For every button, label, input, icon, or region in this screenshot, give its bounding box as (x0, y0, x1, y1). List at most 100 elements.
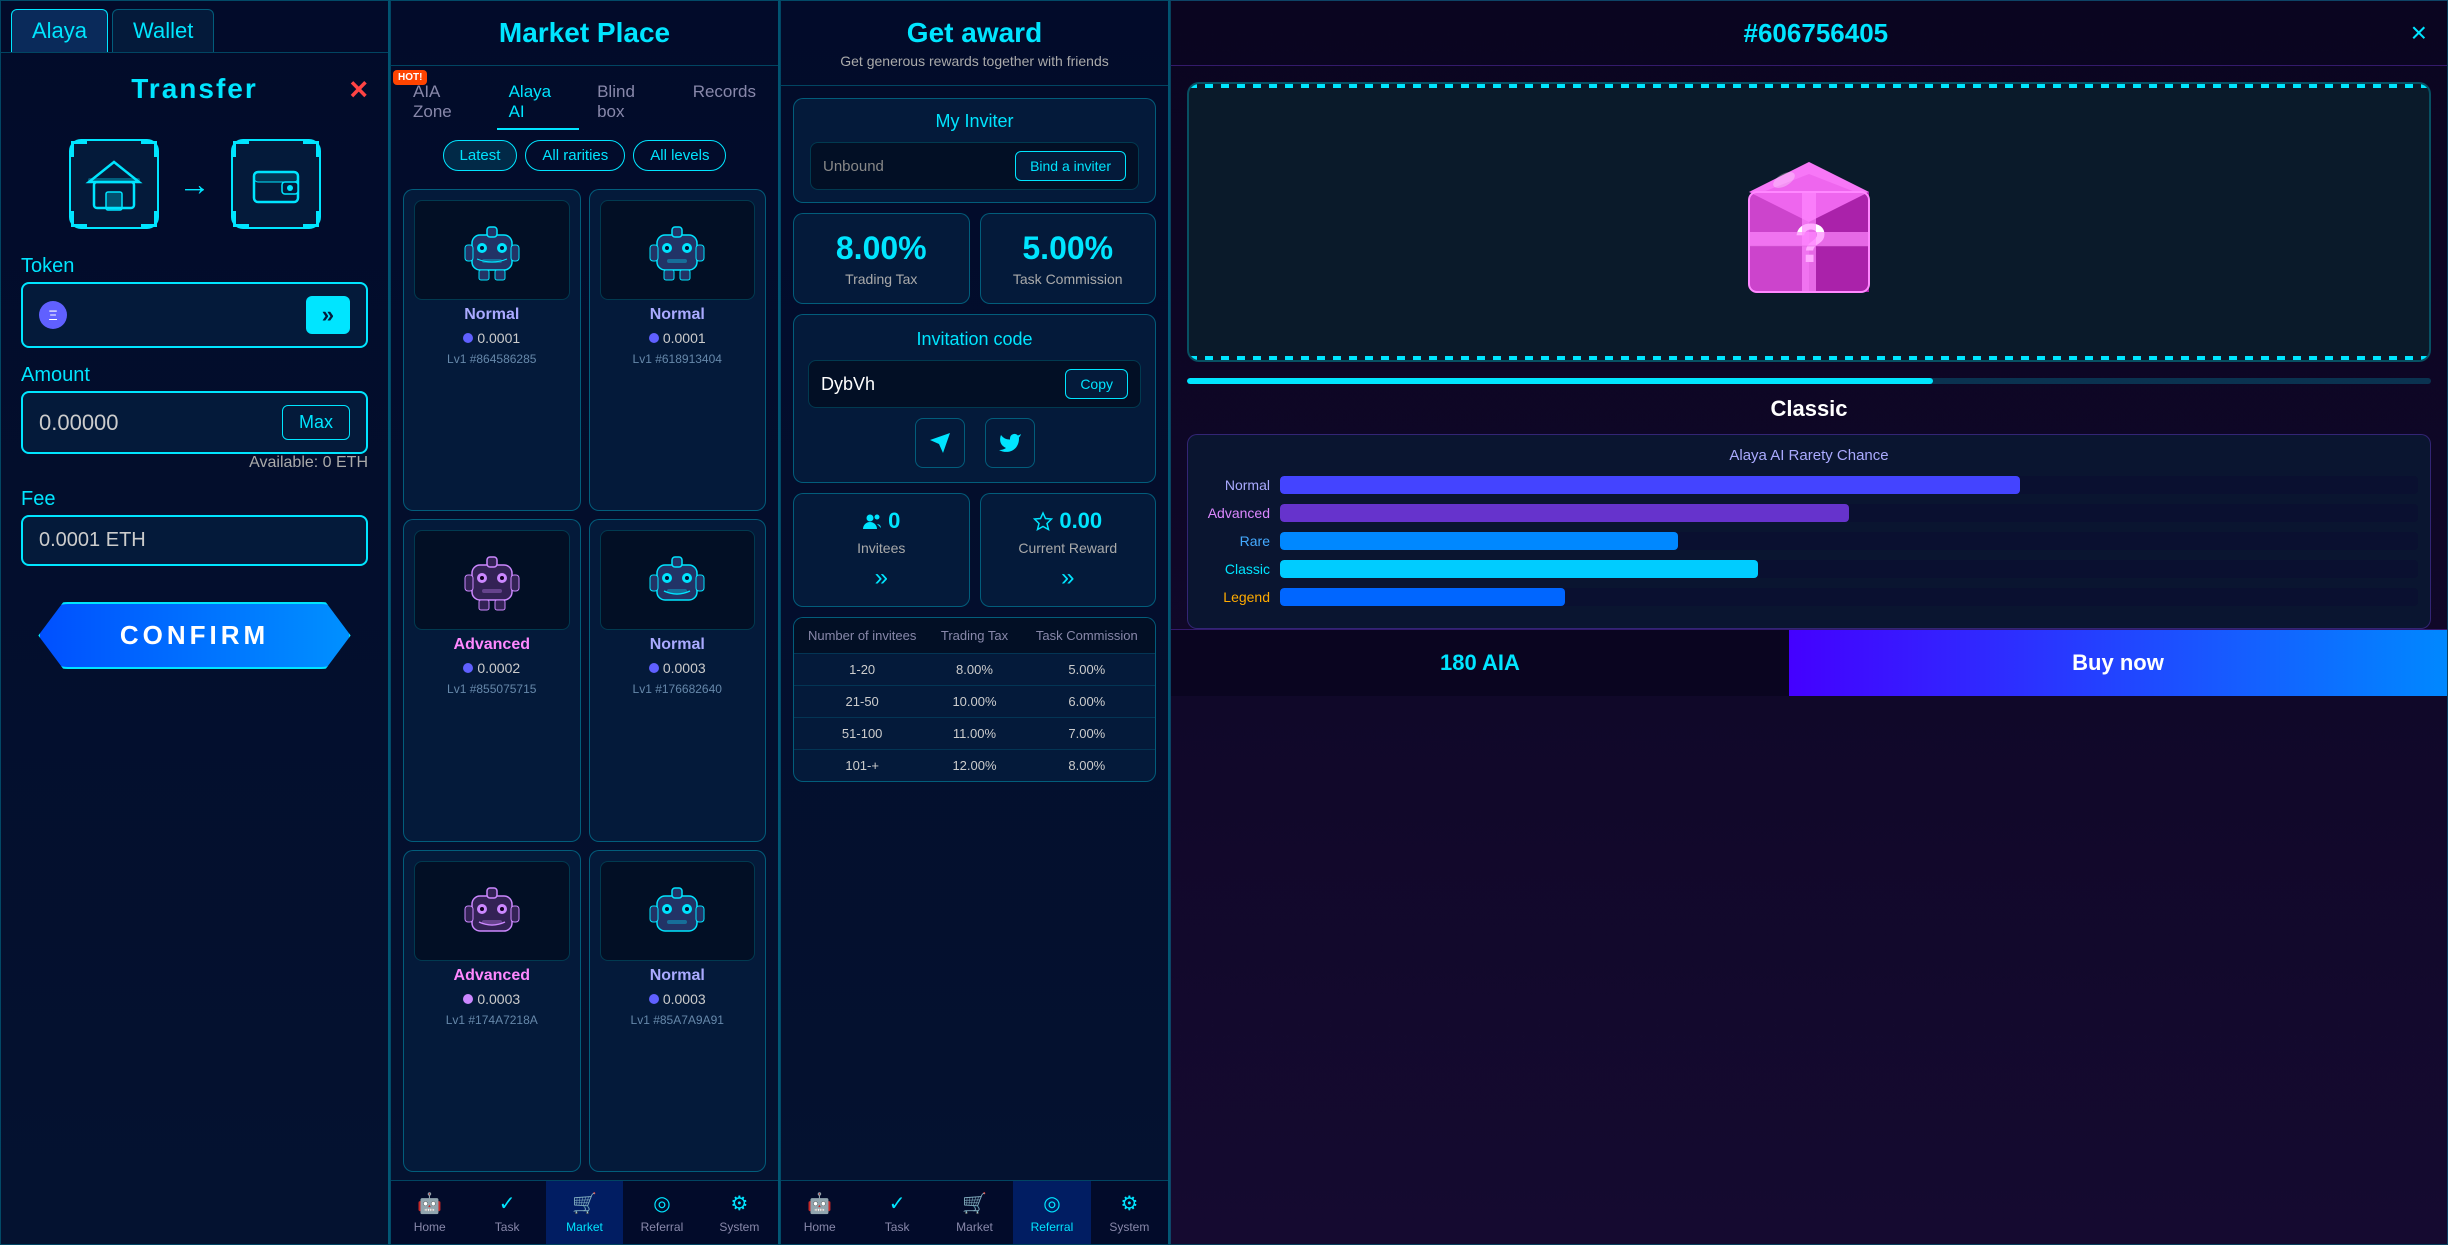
table-row-1: 1-20 8.00% 5.00% (794, 653, 1155, 685)
mystery-box-icon: ? (1719, 132, 1899, 312)
from-icon-box (69, 139, 159, 229)
buy-now-button[interactable]: Buy now (1789, 630, 2447, 696)
reward-chevron[interactable]: » (991, 564, 1146, 592)
rarity-classic-bar-bg (1280, 560, 2418, 578)
token-select-dropdown[interactable]: Ξ » (21, 282, 368, 348)
nft-image-3 (414, 530, 570, 630)
invitees-icon (862, 511, 882, 531)
reward-box[interactable]: 0.00 Current Reward » (980, 493, 1157, 607)
nft-price-4: 0.0003 (649, 660, 706, 676)
transfer-body: Transfer × → (1, 53, 388, 1244)
nft-price-2: 0.0001 (649, 330, 706, 346)
transfer-panel: Alaya Wallet Transfer × → (0, 0, 390, 1245)
telegram-share-button[interactable] (915, 418, 965, 468)
eth-icon-4 (649, 663, 659, 673)
trading-tax-label: Trading Tax (810, 271, 953, 287)
copy-button[interactable]: Copy (1065, 369, 1128, 399)
transfer-arrow-icon: → (179, 166, 211, 203)
nav-system-award[interactable]: ⚙ System (1091, 1181, 1168, 1244)
home-icon-award: 🤖 (807, 1191, 832, 1216)
bind-inviter-button[interactable]: Bind a inviter (1015, 151, 1126, 181)
nft-card-1[interactable]: Normal 0.0001 Lv1 #864586285 (403, 189, 581, 511)
nav-market-market[interactable]: 🛒 Market (546, 1181, 623, 1244)
nav-market-label: Market (566, 1220, 603, 1234)
detail-close-button[interactable]: × (2411, 17, 2427, 49)
rarity-section: Alaya AI Rarety Chance Normal Advanced R… (1187, 434, 2431, 629)
nft-grid: Normal 0.0001 Lv1 #864586285 (391, 181, 778, 1180)
nav-market-award[interactable]: 🛒 Market (936, 1181, 1013, 1244)
price-value: 180 AIA (1440, 650, 1520, 676)
filter-all-levels[interactable]: All levels (633, 140, 726, 171)
rarity-advanced-row: Advanced (1200, 504, 2418, 522)
nav-referral-market[interactable]: ◎ Referral (623, 1181, 700, 1244)
nav-referral-award[interactable]: ◎ Referral (1013, 1181, 1090, 1244)
nav-system-market[interactable]: ⚙ System (701, 1181, 778, 1244)
nft-card-2[interactable]: Normal 0.0001 Lv1 #618913404 (589, 189, 767, 511)
inviter-row: Unbound Bind a inviter (810, 142, 1139, 190)
eth-icon-6 (649, 994, 659, 1004)
table-row-3: 51-100 11.00% 7.00% (794, 717, 1155, 749)
invitees-box[interactable]: 0 Invitees » (793, 493, 970, 607)
filter-all-rarities[interactable]: All rarities (525, 140, 625, 171)
confirm-button[interactable]: CONFIRM (38, 602, 350, 669)
nav-task-market[interactable]: ✓ Task (468, 1181, 545, 1244)
nft-label-5: Advanced (454, 967, 530, 985)
buy-footer: 180 AIA Buy now (1171, 629, 2447, 696)
nft-card-5[interactable]: Advanced 0.0003 Lv1 #174A7218A (403, 850, 581, 1172)
nft-price-5: 0.0003 (463, 991, 520, 1007)
invitees-row: 0 Invitees » 0.00 Current Reward » (793, 493, 1156, 607)
amount-value: 0.00000 (39, 410, 119, 436)
award-bottom-nav: 🤖 Home ✓ Task 🛒 Market ◎ Referral ⚙ Syst… (781, 1180, 1168, 1244)
tab-blind-box[interactable]: Blind box (585, 76, 675, 130)
eth-icon-3 (463, 663, 473, 673)
nft-price-3: 0.0002 (463, 660, 520, 676)
filter-latest[interactable]: Latest (443, 140, 518, 171)
system-icon-award: ⚙ (1120, 1191, 1138, 1216)
rarity-legend-bar (1280, 588, 1565, 606)
invitation-box: Invitation code DybVh Copy (793, 314, 1156, 483)
market-title: Market Place (391, 1, 778, 66)
twitter-share-button[interactable] (985, 418, 1035, 468)
rarity-normal-row: Normal (1200, 476, 2418, 494)
max-button[interactable]: Max (282, 405, 350, 440)
filter-row: Latest All rarities All levels (391, 130, 778, 181)
rarity-classic-bar (1280, 560, 1758, 578)
transfer-tab-bar: Alaya Wallet (1, 1, 388, 53)
robot-icon-2 (642, 215, 712, 285)
tab-aia-zone[interactable]: HOT! AIA Zone (401, 76, 491, 130)
nav-task-award[interactable]: ✓ Task (858, 1181, 935, 1244)
tab-alaya-ai[interactable]: Alaya AI (497, 76, 580, 130)
nav-home-award[interactable]: 🤖 Home (781, 1181, 858, 1244)
nft-card-3[interactable]: Advanced 0.0002 Lv1 #855075715 (403, 519, 581, 841)
unbound-status: Unbound (823, 158, 884, 175)
nav-home-market[interactable]: 🤖 Home (391, 1181, 468, 1244)
table-row-2: 21-50 10.00% 6.00% (794, 685, 1155, 717)
invitees-chevron[interactable]: » (804, 564, 959, 592)
nft-image-6 (600, 861, 756, 961)
referral-icon-award: ◎ (1043, 1191, 1060, 1216)
tab-wallet[interactable]: Wallet (112, 9, 214, 52)
rarity-classic-row: Classic (1200, 560, 2418, 578)
transfer-title: Transfer (131, 73, 258, 105)
transfer-icons-row: → (69, 139, 321, 229)
tab-records[interactable]: Records (681, 76, 768, 130)
detail-image-area: ? (1187, 82, 2431, 362)
task-icon-award: ✓ (889, 1191, 906, 1216)
task-commission-label: Task Commission (997, 271, 1140, 287)
nft-price-1: 0.0001 (463, 330, 520, 346)
token-select-arrow[interactable]: » (306, 296, 350, 334)
invitation-code-row: DybVh Copy (808, 360, 1141, 408)
robot-icon-4 (642, 545, 712, 615)
eth-icon-5 (463, 994, 473, 1004)
transfer-close-button[interactable]: × (349, 71, 368, 108)
nft-image-5 (414, 861, 570, 961)
hot-badge: HOT! (393, 70, 427, 85)
market-icon-award: 🛒 (962, 1191, 987, 1216)
reward-amount: 0.00 (1059, 508, 1102, 534)
to-icon-box (231, 139, 321, 229)
tab-alaya[interactable]: Alaya (11, 9, 108, 52)
award-body: My Inviter Unbound Bind a inviter 8.00% … (781, 86, 1168, 1180)
nft-card-4[interactable]: Normal 0.0003 Lv1 #176682640 (589, 519, 767, 841)
nft-card-6[interactable]: Normal 0.0003 Lv1 #85A7A9A91 (589, 850, 767, 1172)
nft-id-3: Lv1 #855075715 (447, 682, 536, 696)
